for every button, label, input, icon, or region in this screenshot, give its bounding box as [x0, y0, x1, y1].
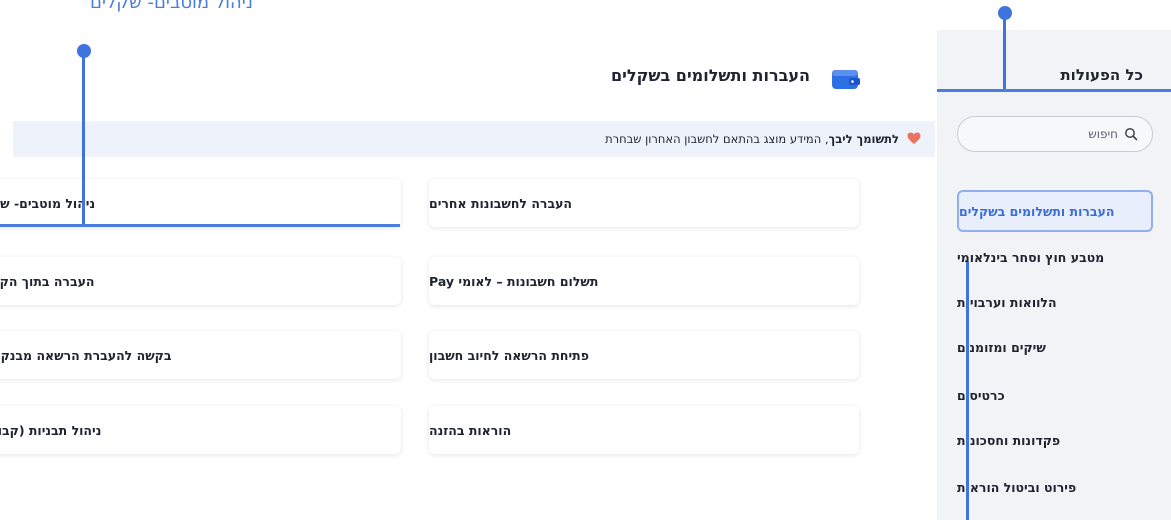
- wallet-icon: [832, 70, 860, 89]
- callout-line-sidebar-horizontal: [937, 89, 1171, 92]
- card-transfer-within-group[interactable]: העברה בתוך הקבוצה: [0, 257, 401, 305]
- page-title: העברות ותשלומים בשקלים: [611, 66, 810, 85]
- sidebar-item-cards[interactable]: כרטיסים: [957, 374, 1153, 416]
- sidebar-item-foreign-currency[interactable]: מטבע חוץ וסחר בינלאומי: [957, 236, 1153, 278]
- card-transfer-other-accounts[interactable]: העברה לחשבונות אחרים: [429, 179, 859, 227]
- info-bold: לתשומך ליבך: [828, 132, 899, 146]
- search-input[interactable]: חיפוש: [957, 116, 1153, 152]
- info-rest: , המידע מוצג בהתאם לחשבון האחרון שבחרת: [605, 132, 829, 146]
- card-manage-templates[interactable]: ניהול תבניות (קבוצות): [0, 406, 401, 454]
- screenshot-canvas: ניהול מוטבים- שקלים כל הפעולות חיפוש העב…: [0, 0, 1171, 520]
- heart-icon: [907, 132, 921, 144]
- annotation-label: ניהול מוטבים- שקלים: [90, 0, 253, 13]
- sidebar-item-transfers-ils[interactable]: העברות ותשלומים בשקלים: [957, 190, 1153, 232]
- card-pay-bills[interactable]: תשלום חשבונות – לאומי Pay: [429, 257, 859, 305]
- card-input-orders[interactable]: הוראות בהזנה: [429, 406, 859, 454]
- search-placeholder: חיפוש: [1088, 127, 1118, 141]
- sidebar-item-deposits-savings[interactable]: פקדונות וחסכונות: [957, 419, 1153, 461]
- sidebar-title: כל הפעולות: [1060, 66, 1143, 84]
- card-manage-beneficiaries[interactable]: ניהול מוטבים- שקלים: [0, 179, 401, 227]
- callout-line-card-horizontal: [0, 224, 400, 227]
- sidebar: כל הפעולות חיפוש העברות ותשלומים בשקלים …: [937, 30, 1171, 520]
- search-icon: [1125, 128, 1138, 141]
- callout-line-sidebar-vertical: [1003, 14, 1006, 90]
- sidebar-item-orders-cancel[interactable]: פירוט וביטול הוראות: [957, 466, 1153, 508]
- sidebar-item-loans[interactable]: הלוואות וערבויות: [957, 281, 1153, 323]
- card-request-authorization-transfer[interactable]: בקשה להעברת הרשאה מבנק אחר: [0, 331, 401, 379]
- callout-line-card-vertical: [82, 54, 85, 226]
- info-banner: לתשומך ליבך, המידע מוצג בהתאם לחשבון האח…: [13, 121, 935, 157]
- card-open-debit-authorization[interactable]: פתיחת הרשאה לחיוב חשבון: [429, 331, 859, 379]
- info-text: לתשומך ליבך, המידע מוצג בהתאם לחשבון האח…: [605, 132, 899, 146]
- callout-line-menu-vertical: [966, 262, 969, 520]
- sidebar-item-checks-cash[interactable]: שיקים ומזומנים: [957, 326, 1153, 368]
